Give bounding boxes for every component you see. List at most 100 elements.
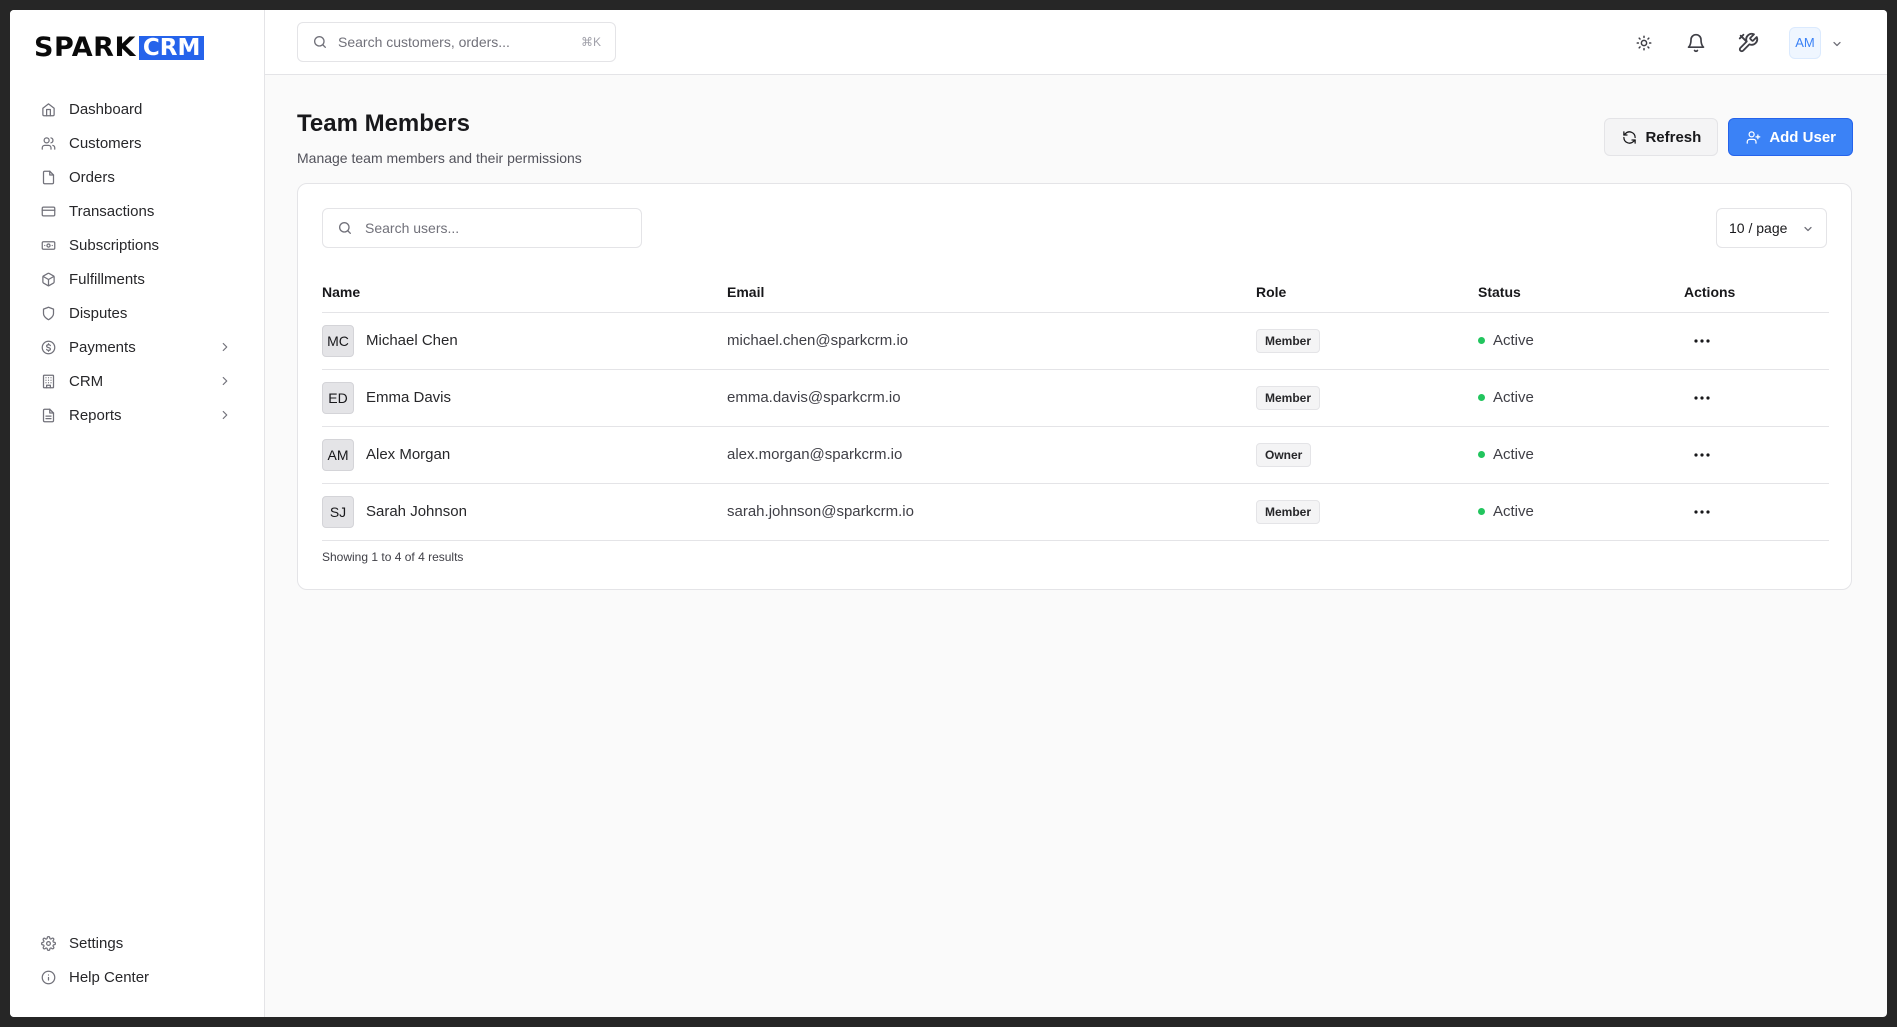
sidebar-nav: Dashboard Customers Orders Transactions …: [26, 92, 248, 432]
refresh-label: Refresh: [1645, 128, 1702, 146]
avatar: AM: [322, 438, 354, 471]
sidebar-item-disputes[interactable]: Disputes: [26, 296, 248, 330]
package-icon: [40, 271, 56, 287]
tools-icon[interactable]: [1737, 32, 1759, 54]
global-search-input[interactable]: Search customers, orders... ⌘K: [297, 22, 616, 62]
main-content: Search customers, orders... ⌘K AM Team M…: [265, 10, 1887, 1017]
role-badge: Owner: [1256, 442, 1312, 467]
sidebar-item-label: Customers: [69, 134, 142, 152]
brand-logo[interactable]: SPARK CRM: [34, 34, 205, 62]
more-actions-button[interactable]: [1688, 443, 1716, 467]
user-name: Michael Chen: [366, 332, 458, 349]
status-dot: [1478, 394, 1485, 401]
more-actions-button[interactable]: [1688, 500, 1716, 524]
global-search-placeholder: Search customers, orders...: [338, 34, 510, 50]
banknote-icon: [40, 237, 56, 253]
gear-icon: [40, 935, 56, 951]
user-email: emma.davis@sparkcrm.io: [727, 389, 901, 406]
user-name: Emma Davis: [366, 389, 452, 406]
status-dot: [1478, 508, 1485, 515]
sidebar-item-payments[interactable]: Payments: [26, 330, 248, 364]
file-text-icon: [40, 407, 56, 423]
shield-icon: [40, 305, 56, 321]
sidebar-item-reports[interactable]: Reports: [26, 398, 248, 432]
page-size-select[interactable]: 10 / page: [1716, 208, 1827, 248]
sidebar-item-transactions[interactable]: Transactions: [26, 194, 248, 228]
sidebar-item-subscriptions[interactable]: Subscriptions: [26, 228, 248, 262]
column-header-actions: Actions: [1684, 272, 1829, 313]
sidebar-item-label: Help Center: [69, 968, 150, 986]
sidebar-item-label: Transactions: [69, 202, 155, 220]
topbar: Search customers, orders... ⌘K AM: [265, 10, 1887, 75]
user-email: michael.chen@sparkcrm.io: [727, 332, 909, 349]
column-header-name[interactable]: Name: [322, 272, 727, 313]
status-text: Active: [1493, 332, 1534, 349]
team-members-card: Search users... 10 / page Name Email Rol…: [297, 183, 1852, 590]
table-row[interactable]: ED Emma Davis emma.davis@sparkcrm.io Memb…: [322, 369, 1829, 427]
table-row[interactable]: SJ Sarah Johnson sarah.johnson@sparkcrm.i…: [322, 483, 1829, 541]
refresh-button[interactable]: Refresh: [1604, 118, 1719, 156]
table-row[interactable]: MC Michael Chen michael.chen@sparkcrm.io …: [322, 312, 1829, 370]
chevron-right-icon: [218, 374, 232, 388]
column-header-role[interactable]: Role: [1256, 272, 1478, 313]
avatar: SJ: [322, 495, 354, 528]
dollar-circle-icon: [40, 339, 56, 355]
user-menu[interactable]: AM: [1789, 26, 1843, 59]
table-row[interactable]: AM Alex Morgan alex.morgan@sparkcrm.io Ow…: [322, 426, 1829, 484]
sidebar-bottom-nav: Settings Help Center: [26, 926, 248, 994]
table-header-row: Name Email Role Status Actions: [322, 272, 1829, 313]
page-header: Team Members Manage team members and the…: [297, 110, 582, 166]
team-members-table: Name Email Role Status Actions MC Michael…: [322, 272, 1829, 541]
chevron-right-icon: [218, 408, 232, 422]
sidebar-item-label: Settings: [69, 934, 124, 952]
sidebar-item-label: Fulfillments: [69, 270, 145, 288]
user-search-input[interactable]: Search users...: [322, 208, 642, 248]
results-summary: Showing 1 to 4 of 4 results: [322, 550, 464, 564]
file-icon: [40, 169, 56, 185]
logo-crm-text: CRM: [138, 36, 205, 60]
avatar: ED: [322, 381, 354, 414]
sidebar-item-fulfillments[interactable]: Fulfillments: [26, 262, 248, 296]
building-icon: [40, 373, 56, 389]
topbar-actions: AM: [1633, 10, 1887, 75]
chevron-down-icon: [1802, 222, 1814, 234]
sidebar-item-crm[interactable]: CRM: [26, 364, 248, 398]
sidebar-item-help-center[interactable]: Help Center: [26, 960, 248, 994]
status-badge: Active: [1478, 389, 1684, 406]
add-user-button[interactable]: Add User: [1728, 118, 1853, 156]
add-user-label: Add User: [1769, 128, 1836, 146]
sidebar-item-label: Dashboard: [69, 100, 143, 118]
page-size-value: 10 / page: [1729, 220, 1788, 236]
bell-icon[interactable]: [1685, 32, 1707, 54]
user-search-placeholder: Search users...: [365, 220, 460, 236]
sidebar-item-label: Orders: [69, 168, 115, 186]
role-badge: Member: [1256, 385, 1321, 410]
page-subtitle: Manage team members and their permission…: [297, 150, 582, 166]
info-icon: [40, 969, 56, 985]
sidebar-item-label: Disputes: [69, 304, 128, 322]
page-title: Team Members: [297, 110, 470, 137]
avatar: MC: [322, 324, 354, 357]
sidebar: SPARK CRM Dashboard Customers Orders Tra…: [10, 10, 265, 1017]
theme-toggle-sun-icon[interactable]: [1633, 32, 1655, 54]
ellipsis-icon: [1694, 395, 1710, 400]
user-name: Alex Morgan: [366, 446, 451, 463]
role-badge: Member: [1256, 328, 1321, 353]
ellipsis-icon: [1694, 338, 1710, 343]
sidebar-item-orders[interactable]: Orders: [26, 160, 248, 194]
credit-card-icon: [40, 203, 56, 219]
home-icon: [40, 101, 56, 117]
more-actions-button[interactable]: [1688, 329, 1716, 353]
sidebar-item-settings[interactable]: Settings: [26, 926, 248, 960]
sidebar-item-dashboard[interactable]: Dashboard: [26, 92, 248, 126]
column-header-email[interactable]: Email: [727, 272, 1256, 313]
column-header-status[interactable]: Status: [1478, 272, 1684, 313]
sidebar-item-customers[interactable]: Customers: [26, 126, 248, 160]
chevron-down-icon: [1831, 37, 1843, 49]
page-actions: Refresh Add User: [1604, 118, 1853, 156]
sidebar-item-label: Payments: [69, 338, 136, 356]
more-actions-button[interactable]: [1688, 386, 1716, 410]
user-email: alex.morgan@sparkcrm.io: [727, 446, 903, 463]
sidebar-item-label: Reports: [69, 406, 122, 424]
refresh-icon: [1621, 129, 1637, 145]
